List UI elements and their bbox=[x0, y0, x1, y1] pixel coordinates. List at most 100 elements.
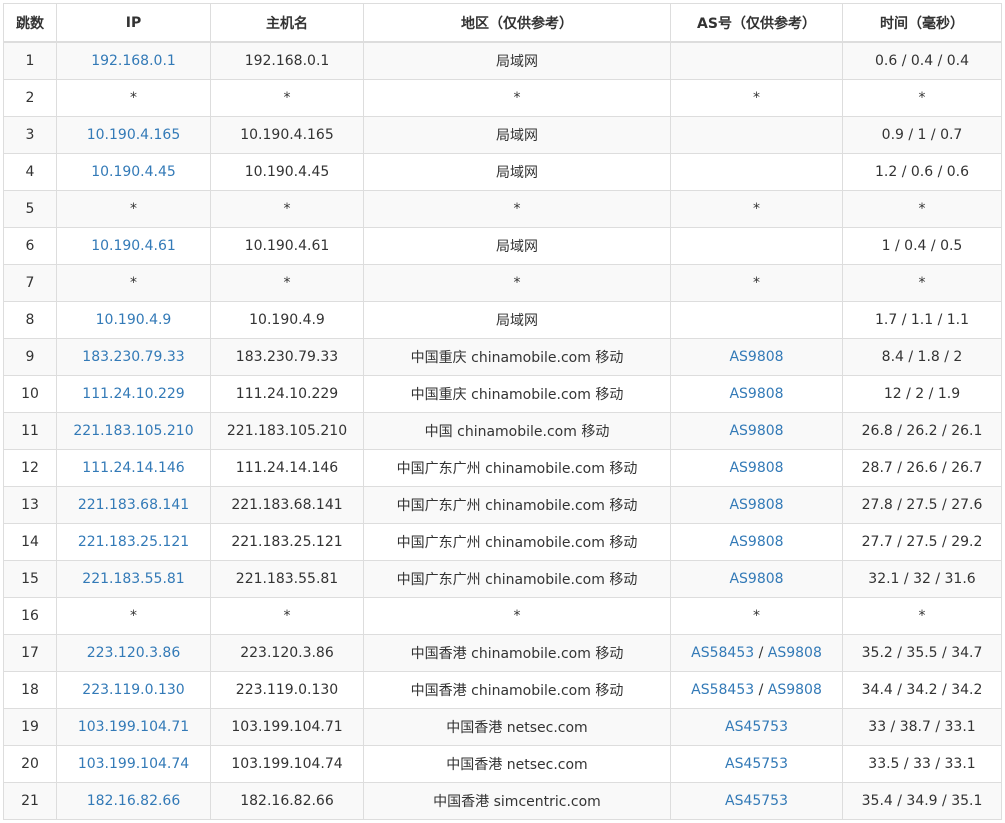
ip-text: * bbox=[130, 608, 137, 624]
table-row: 19 103.199.104.71 103.199.104.71 中国香港 netse… bbox=[3, 708, 1002, 746]
as-cell: AS9808 bbox=[670, 486, 843, 524]
time-text: 0.9 / 1 / 0.7 bbox=[881, 127, 963, 143]
as-link[interactable]: AS9808 bbox=[729, 571, 783, 587]
region-text: 中国广东广州 chinamobile.com 移动 bbox=[396, 572, 638, 588]
as-link[interactable]: AS45753 bbox=[725, 719, 788, 735]
hostname-text: 192.168.0.1 bbox=[244, 53, 330, 69]
ip-cell: 10.190.4.61 bbox=[56, 227, 211, 265]
ip-cell: * bbox=[56, 264, 211, 302]
as-cell: * bbox=[670, 190, 843, 228]
ip-link[interactable]: 103.199.104.71 bbox=[78, 719, 189, 735]
hostname-cell: 10.190.4.9 bbox=[210, 301, 364, 339]
region-cell: * bbox=[363, 190, 671, 228]
region-text: 局域网 bbox=[496, 128, 538, 144]
ip-cell: 183.230.79.33 bbox=[56, 338, 211, 376]
ip-link[interactable]: 221.183.68.141 bbox=[78, 497, 189, 513]
ip-link[interactable]: 223.119.0.130 bbox=[82, 682, 184, 698]
hop-number: 16 bbox=[21, 608, 39, 624]
region-cell: 局域网 bbox=[363, 153, 671, 191]
ip-link[interactable]: 10.190.4.9 bbox=[96, 312, 172, 328]
as-link[interactable]: AS9808 bbox=[729, 386, 783, 402]
ip-link[interactable]: 221.183.55.81 bbox=[82, 571, 184, 587]
region-text: 中国广东广州 chinamobile.com 移动 bbox=[396, 461, 638, 477]
hostname-cell: 221.183.25.121 bbox=[210, 523, 364, 561]
ip-link[interactable]: 223.120.3.86 bbox=[87, 645, 181, 661]
time-cell: 0.6 / 0.4 / 0.4 bbox=[842, 41, 1002, 80]
time-text: 33.5 / 33 / 33.1 bbox=[868, 756, 976, 772]
hostname-cell: * bbox=[210, 264, 364, 302]
hostname-cell: 221.183.68.141 bbox=[210, 486, 364, 524]
hop-number: 1 bbox=[25, 53, 35, 69]
as-link[interactable]: AS45753 bbox=[725, 793, 788, 809]
ip-link[interactable]: 103.199.104.74 bbox=[78, 756, 189, 772]
ip-link[interactable]: 10.190.4.165 bbox=[87, 127, 181, 143]
time-text: 12 / 2 / 1.9 bbox=[883, 386, 961, 402]
hostname-cell: 221.183.55.81 bbox=[210, 560, 364, 598]
table-row: 8 10.190.4.9 10.190.4.9 局域网 1.7 / 1.1 / 1.1 bbox=[3, 301, 1002, 339]
table-row: 4 10.190.4.45 10.190.4.45 局域网 1.2 / 0.6 / 0.… bbox=[3, 153, 1002, 191]
as-link[interactable]: AS9808 bbox=[768, 645, 822, 661]
table-row: 9 183.230.79.33 183.230.79.33 中国重庆 chinamob… bbox=[3, 338, 1002, 376]
hostname-cell: * bbox=[210, 190, 364, 228]
hop-number: 8 bbox=[25, 312, 35, 328]
ip-link[interactable]: 10.190.4.45 bbox=[91, 164, 176, 180]
region-cell: 局域网 bbox=[363, 41, 671, 80]
as-link[interactable]: AS9808 bbox=[768, 682, 822, 698]
as-link[interactable]: AS58453 bbox=[691, 645, 754, 661]
as-link[interactable]: AS58453 bbox=[691, 682, 754, 698]
time-text: 33 / 38.7 / 33.1 bbox=[868, 719, 976, 735]
ip-cell: 221.183.68.141 bbox=[56, 486, 211, 524]
table-row: 11 221.183.105.210 221.183.105.210 中国 china… bbox=[3, 412, 1002, 450]
ip-text: * bbox=[130, 275, 137, 291]
region-text: 中国重庆 chinamobile.com 移动 bbox=[410, 387, 624, 403]
region-cell: 中国广东广州 chinamobile.com 移动 bbox=[363, 449, 671, 487]
region-text: * bbox=[513, 275, 521, 291]
as-cell: AS9808 bbox=[670, 412, 843, 450]
time-text: 35.2 / 35.5 / 34.7 bbox=[861, 645, 983, 661]
ip-link[interactable]: 111.24.10.229 bbox=[82, 386, 184, 402]
hop-number: 4 bbox=[25, 164, 35, 180]
ip-link[interactable]: 192.168.0.1 bbox=[91, 53, 176, 69]
region-cell: * bbox=[363, 597, 671, 635]
ip-link[interactable]: 221.183.25.121 bbox=[78, 534, 189, 550]
region-cell: 中国重庆 chinamobile.com 移动 bbox=[363, 338, 671, 376]
as-link[interactable]: AS9808 bbox=[729, 423, 783, 439]
region-cell: 中国香港 netsec.com bbox=[363, 708, 671, 746]
ip-link[interactable]: 111.24.14.146 bbox=[82, 460, 184, 476]
as-cell: AS58453 / AS9808 bbox=[670, 634, 843, 672]
as-link[interactable]: AS9808 bbox=[729, 349, 783, 365]
hop-number: 5 bbox=[25, 201, 35, 217]
as-link[interactable]: AS9808 bbox=[729, 460, 783, 476]
hop-number: 7 bbox=[25, 275, 35, 291]
table-body: 1 192.168.0.1 192.168.0.1 局域网 0.6 / 0.4 / 0.… bbox=[3, 41, 1002, 820]
as-link[interactable]: AS9808 bbox=[729, 497, 783, 513]
ip-cell: 223.119.0.130 bbox=[56, 671, 211, 709]
hostname-cell: 182.16.82.66 bbox=[210, 782, 364, 820]
time-text: 32.1 / 32 / 31.6 bbox=[868, 571, 976, 587]
as-link[interactable]: AS45753 bbox=[725, 756, 788, 772]
time-cell: 27.7 / 27.5 / 29.2 bbox=[842, 523, 1002, 561]
time-cell: 1 / 0.4 / 0.5 bbox=[842, 227, 1002, 265]
ip-link[interactable]: 183.230.79.33 bbox=[82, 349, 184, 365]
region-cell: * bbox=[363, 264, 671, 302]
hostname-text: 10.190.4.9 bbox=[249, 312, 325, 328]
ip-link[interactable]: 10.190.4.61 bbox=[91, 238, 176, 254]
hop-cell: 17 bbox=[3, 634, 57, 672]
hostname-text: 221.183.105.210 bbox=[226, 423, 348, 439]
header-hop: 跳数 bbox=[3, 3, 57, 43]
time-cell: * bbox=[842, 264, 1002, 302]
ip-link[interactable]: 182.16.82.66 bbox=[87, 793, 181, 809]
ip-link[interactable]: 221.183.105.210 bbox=[73, 423, 193, 439]
time-cell: 33 / 38.7 / 33.1 bbox=[842, 708, 1002, 746]
hop-cell: 2 bbox=[3, 79, 57, 117]
table-row: 3 10.190.4.165 10.190.4.165 局域网 0.9 / 1 / 0.… bbox=[3, 116, 1002, 154]
time-text: 34.4 / 34.2 / 34.2 bbox=[861, 682, 983, 698]
time-text: 1 / 0.4 / 0.5 bbox=[881, 238, 963, 254]
hop-number: 6 bbox=[25, 238, 35, 254]
as-link[interactable]: AS9808 bbox=[729, 534, 783, 550]
table-row: 17 223.120.3.86 223.120.3.86 中国香港 chinamobi… bbox=[3, 634, 1002, 672]
hop-cell: 11 bbox=[3, 412, 57, 450]
hostname-text: 223.119.0.130 bbox=[235, 682, 339, 698]
time-cell: 35.4 / 34.9 / 35.1 bbox=[842, 782, 1002, 820]
table-row: 20 103.199.104.74 103.199.104.74 中国香港 netse… bbox=[3, 745, 1002, 783]
